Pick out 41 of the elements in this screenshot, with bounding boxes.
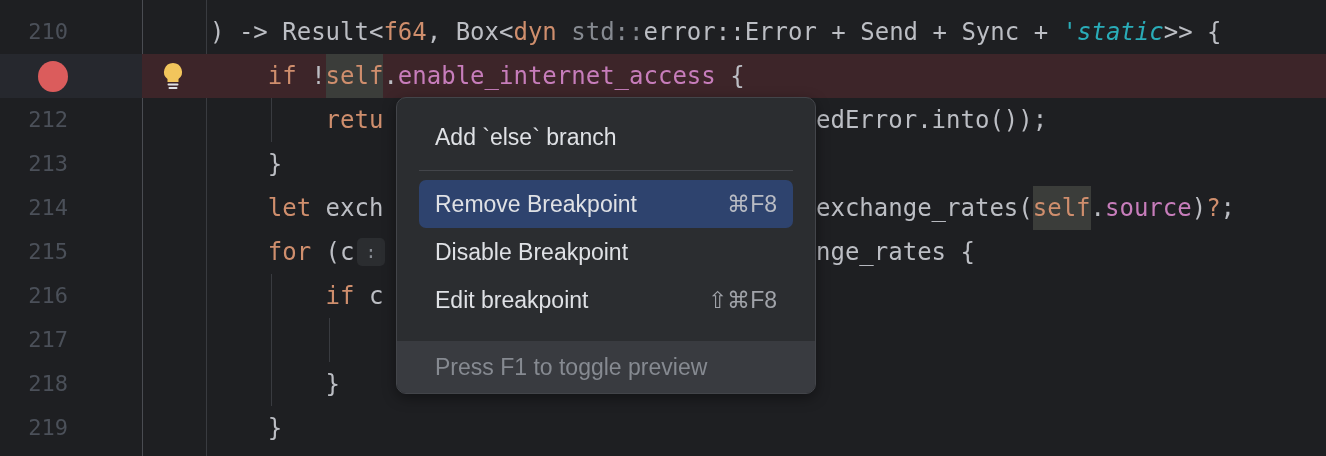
code-token: if xyxy=(325,281,355,311)
code-token: if xyxy=(267,61,297,91)
code-token: ; xyxy=(1220,193,1236,223)
code-token: . xyxy=(1090,193,1105,223)
menu-item[interactable]: Add `else` branch xyxy=(419,113,793,161)
code-token: f64 xyxy=(383,17,427,47)
code-token: let xyxy=(267,193,312,223)
code-token: exchange_rates( xyxy=(816,193,1033,223)
inlay-hint: : xyxy=(356,238,386,266)
code-token: self xyxy=(325,54,384,98)
code-token: , Box< xyxy=(426,17,514,47)
menu-item[interactable]: Disable Breakpoint xyxy=(419,228,793,276)
menu-footer: Press F1 to toggle preview xyxy=(397,341,815,393)
code-token: error::Error + Send + Sync + xyxy=(643,17,1050,47)
code-token: 'static xyxy=(1062,17,1164,47)
code-token: ? xyxy=(1206,193,1221,223)
code-token: ) xyxy=(1191,193,1207,223)
code-token: } xyxy=(267,149,283,179)
code-token: ) -> Result< xyxy=(210,17,384,47)
code-token: c xyxy=(367,281,384,311)
code-token: dyn xyxy=(513,17,557,47)
code-token: self xyxy=(1032,186,1091,230)
menu-item[interactable]: Edit breakpoint ⇧⌘F8 xyxy=(419,276,793,324)
lightbulb-icon[interactable] xyxy=(162,62,184,90)
code-token: retu xyxy=(325,105,384,135)
code-token: exch xyxy=(324,193,384,223)
code-token: { xyxy=(729,61,745,91)
menu-item[interactable]: Remove Breakpoint ⌘F8 xyxy=(419,180,793,228)
code-token: edError.into()); xyxy=(816,105,1048,135)
code-token: >> { xyxy=(1163,17,1222,47)
code-token: std:: xyxy=(570,17,644,47)
code-token: } xyxy=(267,413,283,443)
code-token: (c xyxy=(324,237,355,267)
code-token: . xyxy=(383,61,398,91)
code-token: enable_internet_access xyxy=(397,61,716,91)
code-token: for xyxy=(267,237,312,267)
code-token: nge_rates { xyxy=(816,237,975,267)
code-token: ! xyxy=(310,61,326,91)
code-token: } xyxy=(325,369,341,399)
code-token: source xyxy=(1105,193,1192,223)
breakpoint-icon[interactable] xyxy=(38,60,68,92)
